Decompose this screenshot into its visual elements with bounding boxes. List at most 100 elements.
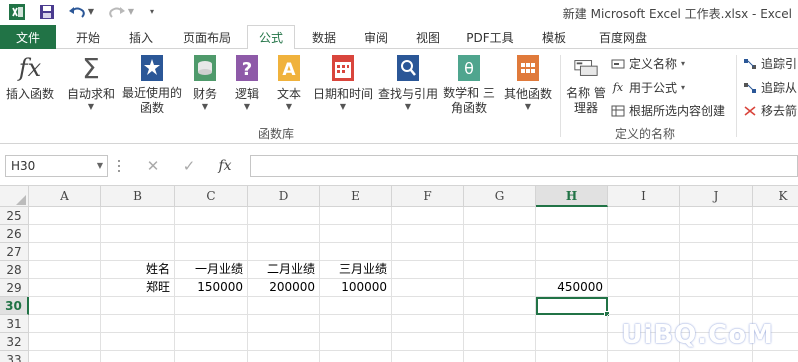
cell-f33[interactable] [392,351,464,362]
row-header[interactable]: 29 [0,279,29,297]
cell-f27[interactable] [392,243,464,261]
cell-j25[interactable] [680,207,753,225]
remove-arrows-button[interactable]: 移去箭 [742,102,797,119]
undo-icon[interactable]: ▼ [66,2,96,22]
cell-d27[interactable] [248,243,320,261]
name-manager-button[interactable]: 名称 管理器 [566,53,606,116]
cell-a28[interactable] [29,261,101,279]
tab-home[interactable]: 开始 [62,25,114,49]
cancel-icon[interactable]: ✕ [135,157,171,175]
column-header-f[interactable]: F [392,186,464,207]
cell-f25[interactable] [392,207,464,225]
cell-i27[interactable] [608,243,680,261]
cell-h33[interactable] [536,351,608,362]
column-header-j[interactable]: J [680,186,753,207]
date-time-button[interactable]: 日期和时间 ▼ [311,53,375,112]
cell-a33[interactable] [29,351,101,362]
cell-d25[interactable] [248,207,320,225]
cell-f29[interactable] [392,279,464,297]
cell-h28[interactable] [536,261,608,279]
column-header-e[interactable]: E [320,186,392,207]
row-header[interactable]: 31 [0,315,29,333]
cell-c26[interactable] [175,225,248,243]
cell-b29[interactable]: 郑旺 [101,279,175,297]
formula-input[interactable] [250,155,798,177]
column-header-g[interactable]: G [464,186,536,207]
chevron-down-icon[interactable]: ▼ [97,156,103,176]
cell-e26[interactable] [320,225,392,243]
cell-d31[interactable] [248,315,320,333]
cell-c27[interactable] [175,243,248,261]
cell-k30[interactable] [753,297,798,315]
cell-f32[interactable] [392,333,464,351]
cell-j30[interactable] [680,297,753,315]
cell-g30[interactable] [464,297,536,315]
financial-button[interactable]: 财务 ▼ [188,53,222,112]
cell-e29[interactable]: 100000 [320,279,392,297]
cell-h31[interactable] [536,315,608,333]
cell-k27[interactable] [753,243,798,261]
cell-i30[interactable] [608,297,680,315]
select-all-corner[interactable] [0,186,29,207]
cell-g31[interactable] [464,315,536,333]
cell-g28[interactable] [464,261,536,279]
cell-d32[interactable] [248,333,320,351]
cell-b32[interactable] [101,333,175,351]
cell-f30[interactable] [392,297,464,315]
cell-k29[interactable] [753,279,798,297]
cell-e30[interactable] [320,297,392,315]
more-functions-button[interactable]: 其他函数 ▼ [500,53,556,112]
cell-f28[interactable] [392,261,464,279]
column-header-c[interactable]: C [175,186,248,207]
tab-templates[interactable]: 模板 [532,25,576,49]
cell-f31[interactable] [392,315,464,333]
cell-a30[interactable] [29,297,101,315]
cell-b31[interactable] [101,315,175,333]
row-header[interactable]: 28 [0,261,29,279]
cell-h27[interactable] [536,243,608,261]
cell-a26[interactable] [29,225,101,243]
tab-formulas[interactable]: 公式 [247,25,295,50]
cell-d33[interactable] [248,351,320,362]
cell-a29[interactable] [29,279,101,297]
cell-c30[interactable] [175,297,248,315]
cell-e32[interactable] [320,333,392,351]
lookup-reference-button[interactable]: 查找与引用 ▼ [377,53,439,112]
cell-c33[interactable] [175,351,248,362]
column-header-a[interactable]: A [29,186,101,207]
column-header-b[interactable]: B [101,186,175,207]
row-header[interactable]: 25 [0,207,29,225]
cell-f26[interactable] [392,225,464,243]
cell-a32[interactable] [29,333,101,351]
insert-function-button[interactable]: fx 插入函数 [4,53,56,102]
row-header[interactable]: 33 [0,351,29,362]
cell-c28[interactable]: 一月业绩 [175,261,248,279]
column-header-k[interactable]: K [753,186,798,207]
customize-qat-icon[interactable]: ▾ [146,2,158,22]
trace-precedents-button[interactable]: 追踪引 [742,55,797,72]
row-header[interactable]: 32 [0,333,29,351]
cell-d28[interactable]: 二月业绩 [248,261,320,279]
cell-d30[interactable] [248,297,320,315]
cell-g27[interactable] [464,243,536,261]
redo-icon[interactable]: ▼ [106,2,136,22]
save-icon[interactable] [36,2,58,22]
autosum-button[interactable]: Σ 自动求和 ▼ [64,52,118,112]
cell-i33[interactable] [608,351,680,362]
cell-g26[interactable] [464,225,536,243]
cell-g25[interactable] [464,207,536,225]
cell-j26[interactable] [680,225,753,243]
tab-page-layout[interactable]: 页面布局 [170,25,244,49]
cell-b26[interactable] [101,225,175,243]
cell-b25[interactable] [101,207,175,225]
cell-b30[interactable] [101,297,175,315]
cell-e28[interactable]: 三月业绩 [320,261,392,279]
column-header-h[interactable]: H [536,186,608,207]
insert-function-icon[interactable]: fx [207,158,243,174]
cell-e33[interactable] [320,351,392,362]
cell-c25[interactable] [175,207,248,225]
cell-e25[interactable] [320,207,392,225]
cell-b27[interactable] [101,243,175,261]
row-header[interactable]: 26 [0,225,29,243]
cell-i25[interactable] [608,207,680,225]
